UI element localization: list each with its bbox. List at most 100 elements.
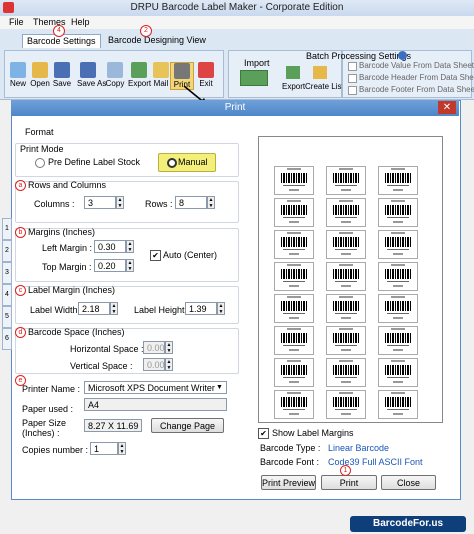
horizontal-space-input[interactable]: 0.00 [143, 341, 165, 354]
barcode-space-title: Barcode Space (Inches) [28, 327, 125, 337]
save-as-icon [80, 62, 96, 78]
label-width-label: Label Width : [30, 305, 83, 315]
paper-used-label: Paper used : [22, 404, 74, 414]
horizontal-space-stepper[interactable]: ▲ ▼ [165, 341, 173, 354]
help-icon[interactable] [398, 51, 407, 60]
preview-label [274, 198, 314, 227]
print-preview-button[interactable]: Print Preview [261, 475, 316, 490]
print-dialog-print-button[interactable]: Print [321, 475, 377, 490]
left-margin-stepper[interactable]: ▲ ▼ [126, 240, 134, 253]
preview-label [378, 262, 418, 291]
copy-button[interactable]: Copy [104, 62, 126, 88]
marker-a: a [15, 180, 26, 191]
export-icon [131, 62, 147, 78]
export-list-icon [286, 66, 300, 79]
copies-stepper[interactable]: ▲ ▼ [118, 442, 126, 455]
paper-size-label: Paper Size (Inches) : [22, 418, 67, 438]
import-icon[interactable] [240, 70, 268, 86]
print-mode-label: Print Mode [20, 144, 64, 154]
title-bar: DRPU Barcode Label Maker - Corporate Edi… [0, 0, 474, 17]
export-button[interactable]: Export [128, 62, 151, 88]
close-button[interactable]: Close [381, 475, 436, 490]
rows-columns-title: Rows and Columns [28, 180, 107, 190]
batch-value-checkbox[interactable] [348, 62, 357, 71]
marker-f: 1 [340, 465, 351, 476]
copy-icon [107, 62, 123, 78]
import-label: Import [244, 58, 270, 68]
close-icon[interactable]: ✕ [438, 101, 456, 114]
save-as-button[interactable]: Save As [77, 62, 106, 88]
left-margin-input[interactable]: 0.30 [94, 240, 126, 253]
label-height-input[interactable]: 1.39 [185, 302, 217, 315]
preview-label [274, 262, 314, 291]
preview-label [274, 294, 314, 323]
predefine-radio[interactable] [35, 158, 45, 168]
side-tab-4[interactable]: 4 [2, 284, 12, 306]
save-icon [54, 62, 70, 78]
preview-label [326, 294, 366, 323]
side-tab-1[interactable]: 1 [2, 218, 12, 240]
preview-label [274, 390, 314, 419]
top-margin-stepper[interactable]: ▲ ▼ [126, 259, 134, 272]
manual-radio[interactable] [167, 158, 177, 168]
open-button[interactable]: Open [29, 62, 51, 88]
preview-label [326, 390, 366, 419]
printer-name-label: Printer Name : [22, 384, 81, 394]
manual-label: Manual [178, 157, 208, 167]
tab-barcode-designing-view[interactable]: Barcode Designing View [104, 34, 210, 47]
preview-label [326, 326, 366, 355]
label-height-label: Label Height : [134, 305, 190, 315]
rows-stepper[interactable]: ▲ ▼ [207, 196, 215, 209]
barcode-type-label: Barcode Type : [260, 443, 321, 453]
side-tab-5[interactable]: 5 [2, 306, 12, 328]
preview-label [274, 326, 314, 355]
preview-label [326, 262, 366, 291]
save-button[interactable]: Save [51, 62, 73, 88]
print-dialog-titlebar: Print ✕ [11, 100, 459, 116]
print-dialog-title: Print [224, 102, 246, 113]
preview-label [378, 358, 418, 387]
batch-footer-checkbox[interactable] [348, 86, 357, 95]
change-page-button[interactable]: Change Page [151, 418, 224, 433]
show-margins-label: Show Label Margins [272, 428, 354, 438]
side-tab-2[interactable]: 2 [2, 240, 12, 262]
mail-button[interactable]: Mail [150, 62, 172, 88]
create-list-icon [313, 66, 327, 79]
columns-stepper[interactable]: ▲ ▼ [116, 196, 124, 209]
label-width-stepper[interactable]: ▲ ▼ [110, 302, 118, 315]
vertical-space-stepper[interactable]: ▲ ▼ [165, 358, 173, 371]
menu-help[interactable]: Help [71, 17, 90, 27]
marker-c: c [15, 285, 26, 296]
mail-icon [153, 62, 169, 78]
auto-center-checkbox[interactable]: ✔ [150, 250, 161, 261]
show-margins-checkbox[interactable]: ✔ [258, 428, 269, 439]
rows-input[interactable]: 8 [175, 196, 207, 209]
preview-label [326, 230, 366, 259]
side-tab-6[interactable]: 6 [2, 328, 12, 350]
menu-file[interactable]: File [9, 17, 24, 27]
printer-icon [174, 63, 190, 79]
import-export-button[interactable]: Export [282, 82, 305, 91]
vertical-space-input[interactable]: 0.00 [143, 358, 165, 371]
batch-header-checkbox[interactable] [348, 74, 357, 83]
label-height-stepper[interactable]: ▲ ▼ [217, 302, 225, 315]
paper-size-field: 8.27 X 11.69 [84, 419, 142, 432]
new-button[interactable]: New [7, 62, 29, 88]
columns-input[interactable]: 3 [84, 196, 116, 209]
preview-label [378, 326, 418, 355]
side-tab-3[interactable]: 3 [2, 262, 12, 284]
printer-name-select[interactable]: Microsoft XPS Document Writer [84, 381, 227, 394]
barcode-type-value: Linear Barcode [328, 443, 390, 453]
label-width-input[interactable]: 2.18 [78, 302, 110, 315]
marker-b: b [15, 227, 26, 238]
menu-bar: File Themes Help [0, 16, 474, 29]
copies-input[interactable]: 1 [90, 442, 118, 455]
columns-label: Columns : [34, 199, 75, 209]
format-label: Format [25, 127, 54, 137]
auto-center-label: Auto (Center) [163, 250, 218, 260]
preview-label [274, 358, 314, 387]
step-badge-2: 2 [140, 25, 152, 37]
create-list-button[interactable]: Create List [305, 82, 344, 91]
top-margin-input[interactable]: 0.20 [94, 259, 126, 272]
chevron-down-icon[interactable]: ▼ [216, 384, 223, 391]
